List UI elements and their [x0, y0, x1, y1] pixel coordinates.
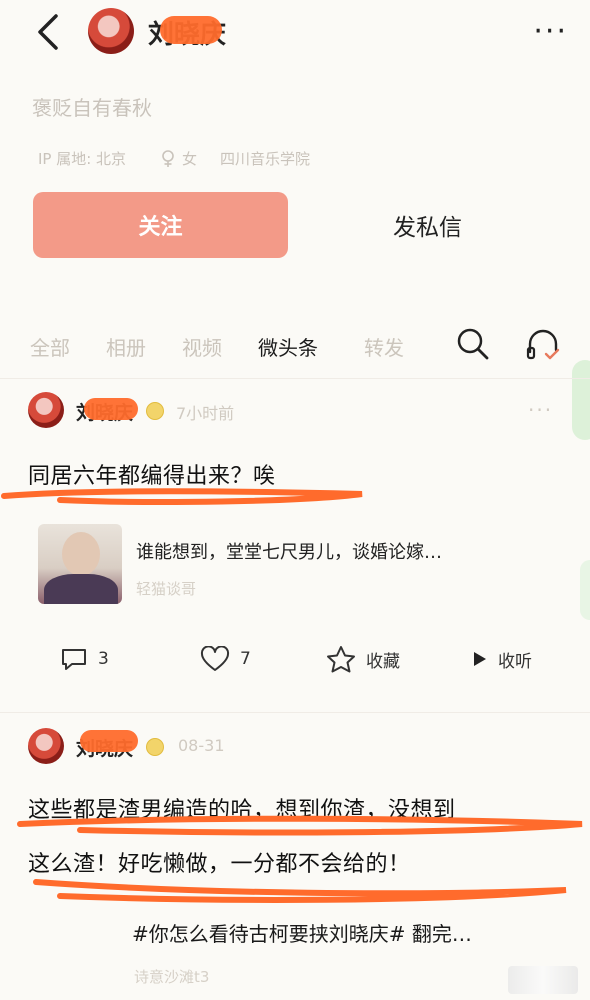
collect-button[interactable]: 收藏 — [326, 646, 400, 673]
back-button[interactable] — [30, 10, 70, 54]
follow-button[interactable]: 关注 — [33, 192, 288, 258]
listen-label: 收听 — [498, 651, 532, 672]
female-icon — [162, 149, 174, 167]
decorative-blob — [572, 360, 590, 440]
more-button[interactable]: ··· — [533, 14, 568, 49]
comment-count: 3 — [98, 649, 109, 669]
redaction-scribble — [160, 16, 222, 44]
article-thumbnail[interactable] — [38, 524, 122, 604]
hand-drawn-underline — [33, 879, 567, 903]
post-author-avatar[interactable] — [28, 728, 64, 764]
gender-info: 女 — [160, 148, 197, 169]
tab-all[interactable]: 全部 — [30, 332, 70, 361]
redaction-scribble — [84, 398, 138, 420]
heart-icon — [200, 646, 230, 671]
search-icon — [457, 328, 489, 360]
post-time: 7小时前 — [176, 404, 235, 423]
profile-bio: 褒贬自有春秋 — [32, 96, 152, 120]
tab-repost[interactable]: 转发 — [364, 332, 404, 361]
profile-avatar[interactable] — [88, 8, 134, 54]
comment-button[interactable]: 3 — [60, 646, 109, 672]
search-button[interactable] — [455, 326, 491, 366]
verified-badge — [146, 402, 164, 420]
tab-album[interactable]: 相册 — [106, 332, 146, 361]
star-icon — [327, 646, 355, 673]
divider — [0, 378, 590, 379]
article-source: 轻猫谈哥 — [136, 580, 197, 598]
tab-video[interactable]: 视频 — [182, 332, 222, 361]
article-source: 诗意沙滩t3 — [134, 968, 210, 986]
like-button[interactable]: 7 — [200, 646, 251, 672]
article-title[interactable]: 谁能想到，堂堂七尺男儿，谈婚论嫁… — [136, 538, 442, 564]
listen-post-button[interactable]: 收听 — [470, 646, 532, 672]
redaction-scribble — [80, 730, 138, 752]
listen-button[interactable] — [524, 326, 562, 368]
watermark — [508, 966, 578, 994]
tab-weitoutiao[interactable]: 微头条 — [258, 332, 318, 361]
gender-label: 女 — [182, 150, 198, 168]
collect-label: 收藏 — [366, 651, 400, 672]
school-info: 四川音乐学院 — [220, 150, 311, 168]
play-icon — [474, 652, 486, 666]
post-more-button[interactable]: ··· — [528, 398, 553, 422]
headphones-icon — [526, 329, 560, 360]
hand-drawn-underline — [17, 815, 583, 836]
chevron-left-icon — [38, 14, 58, 50]
divider — [0, 712, 590, 713]
send-message-button[interactable]: 发私信 — [300, 192, 555, 258]
decorative-blob — [580, 560, 590, 620]
post-author-avatar[interactable] — [28, 392, 64, 428]
ip-location: IP 属地: 北京 — [38, 150, 127, 168]
like-count: 7 — [240, 649, 251, 669]
comment-icon — [62, 649, 86, 670]
hand-drawn-underline — [1, 488, 363, 505]
post-time: 08-31 — [178, 736, 225, 755]
article-title[interactable]: #你怎么看待古柯要挟刘晓庆# 翻完… — [132, 918, 472, 947]
verified-badge — [146, 738, 164, 756]
